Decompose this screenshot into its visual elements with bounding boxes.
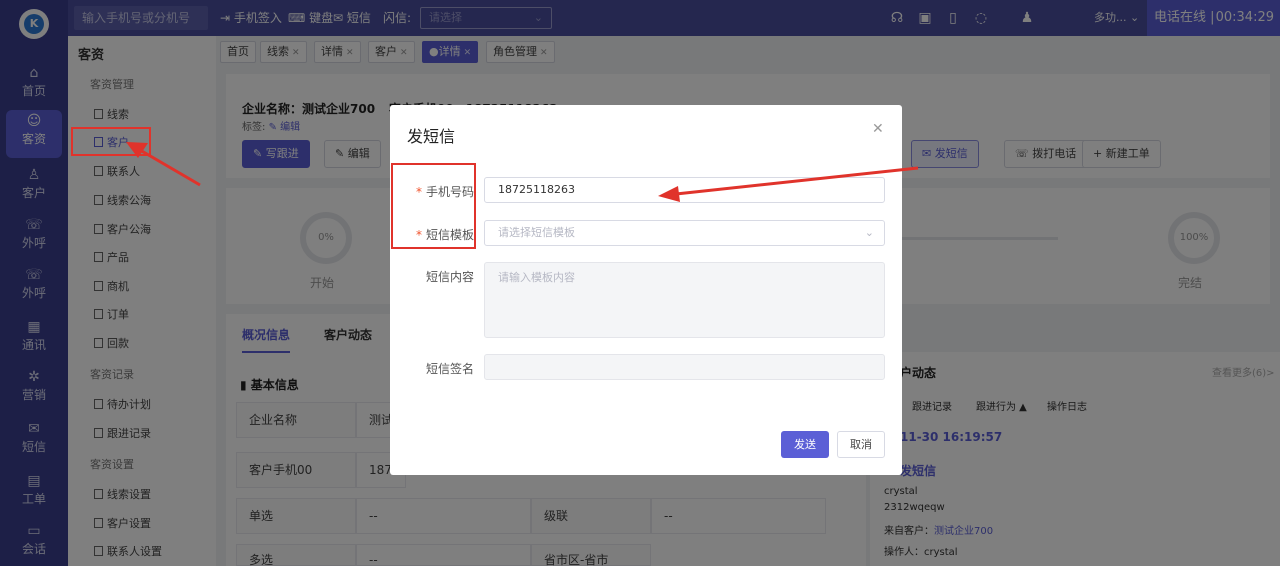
annotation-arrow-head <box>126 142 148 158</box>
annotation-arrow-line <box>139 148 201 187</box>
annotation-arrow-line <box>675 166 919 196</box>
annotation-arrow-head <box>658 186 680 202</box>
annotation-arrows <box>126 142 919 202</box>
